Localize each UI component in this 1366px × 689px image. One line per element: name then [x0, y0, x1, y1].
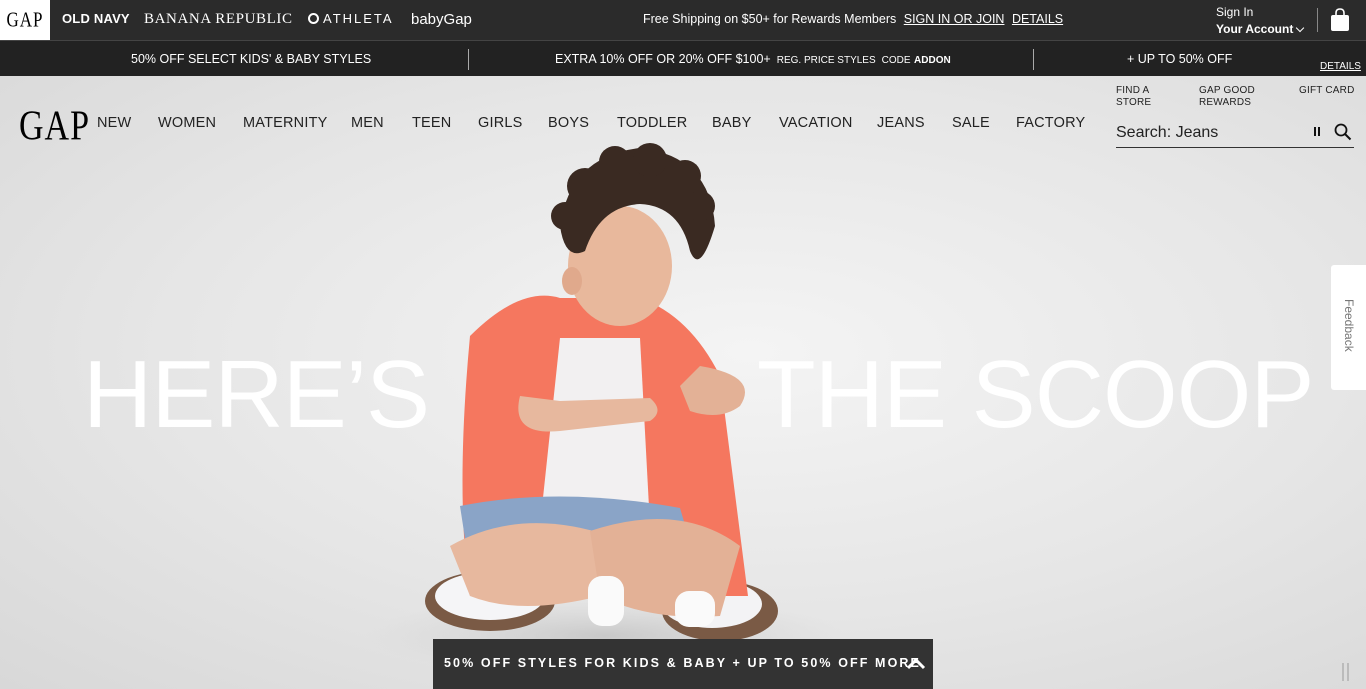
brand-gap-link[interactable]: GAP [0, 0, 50, 45]
promo-extra-main: EXTRA 10% OFF OR 20% OFF $100+ [555, 52, 771, 66]
promo-divider [468, 49, 469, 70]
brand-babygap-link[interactable]: babyGap [411, 11, 472, 28]
find-store-line2: STORE [1116, 97, 1152, 108]
promo-kids-baby[interactable]: 50% OFF SELECT KIDS' & BABY STYLES [131, 52, 371, 66]
gift-card-link[interactable]: GIFT CARD [1299, 85, 1355, 97]
search-icon[interactable] [1334, 123, 1352, 141]
your-account-toggle[interactable]: Your Account [1216, 21, 1305, 38]
your-account-label: Your Account [1216, 22, 1294, 36]
brand-banana-republic-link[interactable]: BANANA REPUBLIC [144, 11, 293, 28]
nav-factory[interactable]: FACTORY [1016, 115, 1085, 131]
nav-vacation[interactable]: VACATION [779, 115, 853, 131]
rewards-line2: REWARDS [1199, 97, 1252, 108]
brand-athleta-link[interactable]: ATHLETA [308, 11, 394, 26]
nav-new[interactable]: NEW [97, 115, 131, 131]
promo-bar: 50% OFF SELECT KIDS' & BABY STYLES EXTRA… [0, 40, 1366, 76]
account-menu[interactable]: Sign In Your Account [1216, 4, 1305, 38]
find-store-line1: FIND A [1116, 85, 1150, 96]
nav-toddler[interactable]: TODDLER [617, 115, 687, 131]
gap-good-rewards-link[interactable]: GAP GOOD REWARDS [1199, 85, 1255, 109]
promo-extra-off[interactable]: EXTRA 10% OFF OR 20% OFF $100+ REG. PRICE… [555, 52, 951, 66]
gap-logo[interactable]: GAP [19, 103, 90, 151]
promo-code: ADDON [914, 55, 951, 66]
shipping-details-link[interactable]: DETAILS [1012, 12, 1063, 26]
chevron-up-icon[interactable] [906, 656, 926, 670]
nav-baby[interactable]: BABY [712, 115, 752, 131]
shopping-bag-icon[interactable] [1330, 8, 1350, 32]
nav-jeans[interactable]: JEANS [877, 115, 925, 131]
promo-drawer-text: 50% OFF STYLES FOR KIDS & BABY + UP TO 5… [444, 656, 921, 670]
nav-men[interactable]: MEN [351, 115, 384, 131]
promo-up-to-off[interactable]: + UP TO 50% OFF [1127, 52, 1232, 66]
nav-women[interactable]: WOMEN [158, 115, 216, 131]
nav-sale[interactable]: SALE [952, 115, 990, 131]
hero-headline-right: THE SCOOP [757, 341, 1314, 448]
search-placeholder: Search: Jeans [1116, 124, 1219, 141]
promo-code-label: CODE [881, 55, 911, 66]
divider [1317, 8, 1318, 32]
pause-icon[interactable] [1314, 127, 1322, 137]
scroll-handle[interactable] [1342, 663, 1350, 681]
rewards-line1: GAP GOOD [1199, 85, 1255, 96]
sign-in-or-join-link[interactable]: SIGN IN OR JOIN [904, 12, 1005, 26]
nav-girls[interactable]: GIRLS [478, 115, 523, 131]
shipping-text: Free Shipping on $50+ for Rewards Member… [643, 12, 897, 26]
nav-boys[interactable]: BOYS [548, 115, 589, 131]
promo-divider [1033, 49, 1034, 70]
find-a-store-link[interactable]: FIND A STORE [1116, 85, 1151, 109]
brand-bar: GAP OLD NAVY BANANA REPUBLIC ATHLETA bab… [0, 0, 1366, 45]
athleta-label: ATHLETA [323, 11, 394, 26]
nav-teen[interactable]: TEEN [412, 115, 451, 131]
shipping-message: Free Shipping on $50+ for Rewards Member… [643, 12, 1063, 26]
sign-in-label: Sign In [1216, 5, 1254, 19]
promo-details-link[interactable]: DETAILS [1320, 61, 1361, 72]
brand-old-navy-link[interactable]: OLD NAVY [62, 11, 130, 26]
hero-headline-left: HERE’S [83, 341, 430, 448]
promo-drawer[interactable]: 50% OFF STYLES FOR KIDS & BABY + UP TO 5… [433, 639, 933, 689]
athleta-logo-icon [308, 13, 319, 24]
feedback-label: Feedback [1342, 299, 1356, 352]
nav-maternity[interactable]: MATERNITY [243, 115, 328, 131]
search-input[interactable]: Search: Jeans [1116, 120, 1354, 148]
chevron-down-icon [1296, 23, 1305, 33]
feedback-tab[interactable]: Feedback [1331, 265, 1366, 390]
promo-extra-small: REG. PRICE STYLES [776, 55, 876, 66]
